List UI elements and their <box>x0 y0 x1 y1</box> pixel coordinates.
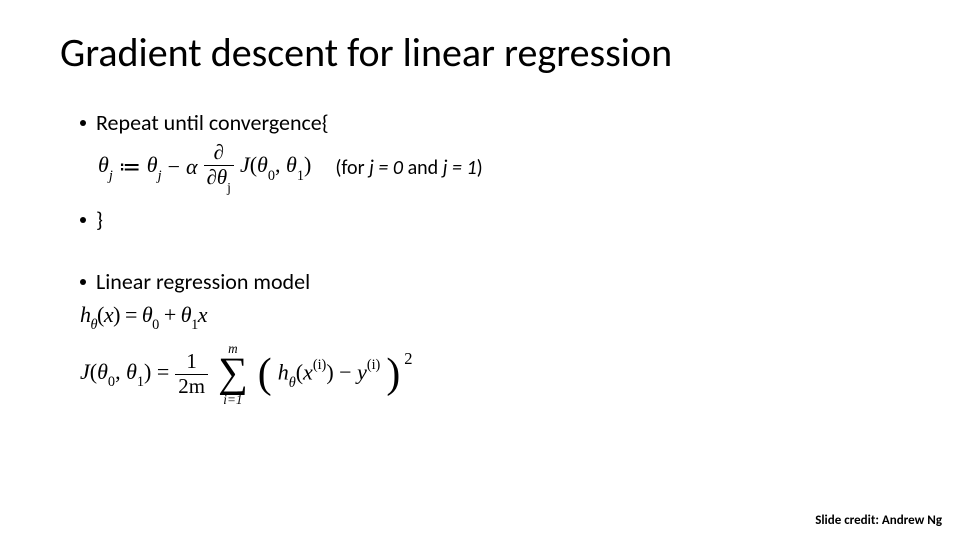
for-j1: j = 1 <box>443 156 477 180</box>
for-and: and <box>403 156 443 180</box>
hx-x: x <box>104 302 113 327</box>
cost-hx-open: ( <box>296 359 303 384</box>
cost-hx-close: ) <box>326 359 333 384</box>
h-t0s: 0 <box>152 317 159 333</box>
hx-closeeq: ) = <box>113 302 142 327</box>
frac2-den: 2m <box>175 376 208 398</box>
theta-rhs: θ <box>147 152 158 177</box>
h-sub: θ <box>91 317 98 333</box>
frac-den-d: ∂θ <box>207 165 228 189</box>
h-t0: θ <box>142 302 152 327</box>
for-j0: j = 0 <box>369 156 403 180</box>
h-t1s: 1 <box>191 317 198 333</box>
frac2-num: 1 <box>183 351 199 373</box>
J2-closeeq: ) = <box>144 359 169 384</box>
h-plus: + <box>159 302 181 327</box>
slide-body: Repeat until convergence{ θj ≔ θj − α ∂ … <box>80 110 900 412</box>
summation: m ∑ i=1 <box>218 342 248 406</box>
bullet-dot-icon <box>80 217 86 223</box>
for-close: ) <box>477 156 483 180</box>
J2-t1: θ <box>126 359 137 384</box>
h-sym: h <box>80 302 91 327</box>
bullet-dot-icon <box>80 279 86 285</box>
slide-credit: Slide credit: Andrew Ng <box>815 513 942 528</box>
J2-t0s: 0 <box>108 374 115 390</box>
big-paren-close: ) <box>386 358 400 391</box>
J2-sym: J <box>80 359 90 384</box>
theta-rhs-sub: j <box>158 168 162 184</box>
frac-den-sub: j <box>227 180 231 195</box>
J2-comma: , <box>115 359 126 384</box>
slide-title: Gradient descent for linear regression <box>60 28 672 77</box>
cost-y: y <box>357 359 367 384</box>
J2-t1s: 1 <box>137 374 144 390</box>
h-t1: θ <box>181 302 191 327</box>
minus-op: − <box>168 154 180 180</box>
frac-num: ∂ <box>211 142 227 164</box>
repeat-text: Repeat until convergence{ <box>96 110 329 136</box>
bullet-close-brace: } <box>80 207 900 233</box>
close-brace: } <box>96 207 103 233</box>
cost-h: h <box>278 359 289 384</box>
J-t1: θ <box>286 152 297 177</box>
J-t1s: 1 <box>297 168 304 184</box>
cost-xi: (i) <box>313 357 327 373</box>
J-t0: θ <box>257 152 268 177</box>
partial-fraction: ∂ ∂θj <box>204 142 234 192</box>
J-t0s: 0 <box>268 168 275 184</box>
one-over-2m: 1 2m <box>175 351 208 398</box>
theta-lhs-sub: j <box>109 168 113 184</box>
squared: 2 <box>404 349 412 369</box>
J-close: ) <box>304 152 311 177</box>
update-rule: θj ≔ θj − α ∂ ∂θj J(θ0, θ1) (for j = 0 a… <box>98 142 900 192</box>
h-x2: x <box>198 302 207 327</box>
hypothesis-line: hθ(x) = θ0 + θ1x <box>80 302 900 333</box>
J-comma: , <box>275 152 286 177</box>
alpha: α <box>186 154 198 180</box>
sigma-icon: ∑ <box>218 355 248 393</box>
cost-line: J(θ0, θ1) = 1 2m m ∑ i=1 ( hθ(x(i)) − y(… <box>80 342 900 406</box>
J2-t0: θ <box>97 359 108 384</box>
cost-h-sub: θ <box>289 375 296 391</box>
cost-yi: (i) <box>367 357 381 373</box>
slide: Gradient descent for linear regression R… <box>0 0 960 540</box>
J-open: ( <box>250 152 257 177</box>
for-note: (for j = 0 and j = 1) <box>335 156 482 180</box>
bullet-linear-model: Linear regression model <box>80 269 900 295</box>
J-symbol: J <box>240 152 250 177</box>
assign-op: ≔ <box>119 154 141 180</box>
bullet-dot-icon <box>80 120 86 126</box>
big-paren-open: ( <box>258 358 272 391</box>
for-open: (for <box>335 156 369 180</box>
bullet-repeat: Repeat until convergence{ <box>80 110 900 136</box>
J2-open: ( <box>90 359 97 384</box>
cost-x: x <box>303 359 313 384</box>
theta-lhs: θ <box>98 152 109 177</box>
linear-model-text: Linear regression model <box>96 269 310 295</box>
hx-open: ( <box>97 302 104 327</box>
sum-bot: i=1 <box>223 393 242 406</box>
cost-minus: − <box>334 359 357 384</box>
